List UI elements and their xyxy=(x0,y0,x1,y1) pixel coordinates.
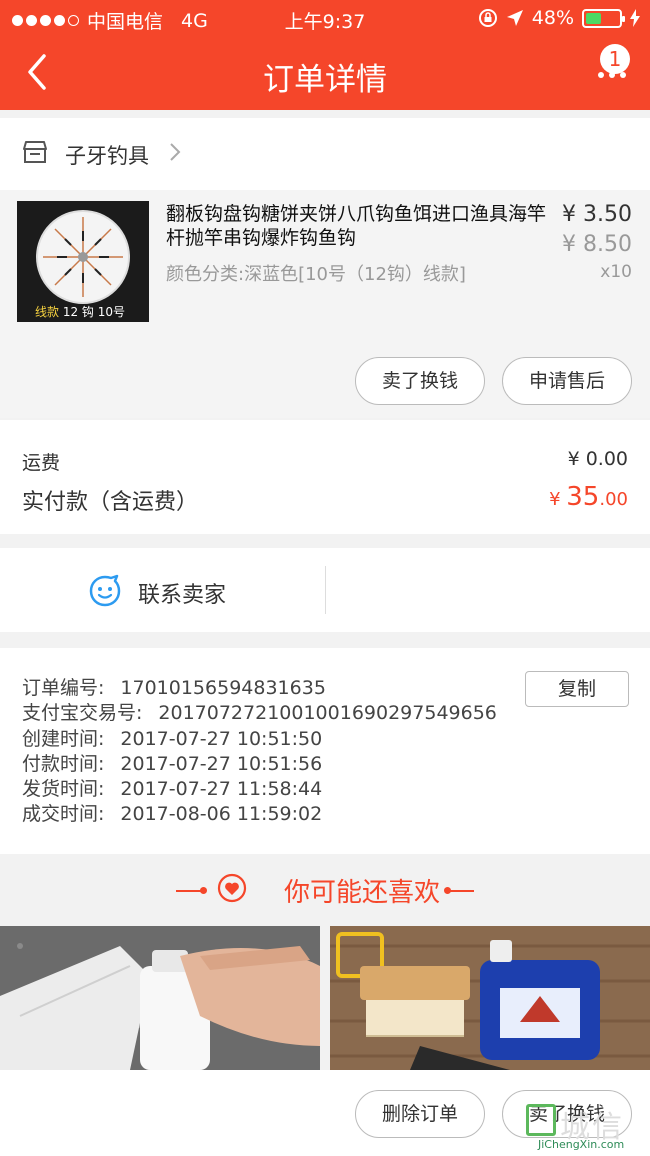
thumb-caption-highlight: 线款 xyxy=(35,305,60,319)
top-bar: 中国电信 4G 上午9:37 48% 订单详情 1 xyxy=(0,0,650,110)
cleaning-kit-image xyxy=(330,926,650,1070)
order-row-completed: 成交时间: 2017-08-06 11:59:02 xyxy=(22,802,497,827)
watermark-logo: 城信 JiChengXin.com xyxy=(526,1104,644,1154)
thumbnail-caption: 线款 12 钩 10号 xyxy=(35,303,125,320)
paid-currency: ¥ xyxy=(549,489,567,510)
order-info: 订单编号: 17010156594831635 支付宝交易号: 2017072721… xyxy=(0,648,650,854)
page-title: 订单详情 xyxy=(263,62,387,98)
watermark-mark-icon xyxy=(526,1104,556,1136)
chat-bubble-icon xyxy=(89,574,121,607)
contact-seller-button[interactable]: 联系卖家 xyxy=(138,577,226,609)
order-number-value: 17010156594831635 xyxy=(120,677,326,699)
shoe-spray-image xyxy=(0,926,320,1070)
order-info-list: 订单编号: 17010156594831635 支付宝交易号: 2017072721… xyxy=(22,676,497,828)
paid-int: 35 xyxy=(566,482,600,512)
created-label: 创建时间: xyxy=(22,727,105,750)
paid-dec: .00 xyxy=(599,489,628,510)
shop-name: 子牙钓具 xyxy=(65,144,149,168)
contact-divider xyxy=(325,566,326,614)
product-original-price: ¥ 8.50 xyxy=(562,232,632,257)
paid-time-value: 2017-07-27 10:51:56 xyxy=(120,752,323,775)
alipay-value: 2017072721001001690297549656 xyxy=(158,702,497,725)
delete-order-button[interactable]: 删除订单 xyxy=(355,1090,485,1138)
recommend-header: 你可能还喜欢 xyxy=(0,856,650,924)
shipped-label: 发货时间: xyxy=(22,778,105,801)
order-row-number: 订单编号: 17010156594831635 xyxy=(22,676,497,701)
order-row-alipay: 支付宝交易号: 2017072721001001690297549656 xyxy=(22,701,497,726)
alipay-label: 支付宝交易号: xyxy=(22,702,143,725)
chevron-right-icon xyxy=(170,143,181,161)
recommend-item-1[interactable] xyxy=(0,926,320,1070)
battery-percent: 48% xyxy=(531,7,574,29)
more-menu-button[interactable]: 1 xyxy=(580,44,630,94)
orientation-lock-icon xyxy=(478,9,497,27)
order-item[interactable]: 线款 12 钩 10号 翻板钩盘钩糖饼夹饼八爪钩鱼饵进口渔具海竿杆抛竿串钩爆炸钩… xyxy=(0,190,650,418)
completed-label: 成交时间: xyxy=(22,803,105,826)
shipping-value: ¥ 0.00 xyxy=(567,448,628,470)
order-row-paid: 付款时间: 2017-07-27 10:51:56 xyxy=(22,752,497,777)
paid-label: 实付款（含运费） xyxy=(22,490,199,515)
product-quantity: x10 xyxy=(600,262,632,282)
contact-row: 联系卖家 xyxy=(0,548,650,632)
created-value: 2017-07-27 10:51:50 xyxy=(120,727,323,750)
notification-badge: 1 xyxy=(600,44,630,74)
product-price: ¥ 3.50 xyxy=(562,202,632,227)
charging-icon xyxy=(630,9,640,27)
completed-value: 2017-08-06 11:59:02 xyxy=(120,803,323,826)
sell-button[interactable]: 卖了换钱 xyxy=(355,357,485,405)
battery-icon xyxy=(582,8,625,28)
order-row-shipped: 发货时间: 2017-07-27 11:58:44 xyxy=(22,777,497,802)
order-number-label: 订单编号: xyxy=(22,677,105,699)
product-thumbnail[interactable]: 线款 12 钩 10号 xyxy=(17,201,149,322)
shop-row[interactable]: 子牙钓具 xyxy=(0,118,650,190)
shipped-value: 2017-07-27 11:58:44 xyxy=(120,778,323,801)
order-row-created: 创建时间: 2017-07-27 10:51:50 xyxy=(22,727,497,752)
nav-bar: 订单详情 1 xyxy=(0,36,650,110)
paid-time-label: 付款时间: xyxy=(22,752,105,775)
watermark-url: JiChengXin.com xyxy=(538,1138,625,1151)
after-sale-button[interactable]: 申请售后 xyxy=(502,357,632,405)
fee-summary: 运费 ¥ 0.00 实付款（含运费） ¥ 35.00 xyxy=(0,420,650,534)
product-sku: 颜色分类:深蓝色[10号（12钩）线款] xyxy=(166,264,466,285)
shipping-label: 运费 xyxy=(22,452,61,474)
status-right: 48% xyxy=(478,7,640,29)
recommend-title: 你可能还喜欢 xyxy=(283,878,440,908)
status-bar: 中国电信 4G 上午9:37 48% xyxy=(0,0,650,36)
product-title[interactable]: 翻板钩盘钩糖饼夹饼八爪钩鱼饵进口渔具海竿杆抛竿串钩爆炸钩鱼钩 xyxy=(166,202,551,250)
recommend-item-2[interactable] xyxy=(330,926,650,1070)
thumb-caption-rest: 12 钩 10号 xyxy=(62,305,126,319)
shop-icon xyxy=(23,141,47,163)
location-arrow-icon xyxy=(506,10,523,26)
rec-right-line xyxy=(446,890,474,892)
paid-value: ¥ 35.00 xyxy=(549,482,628,512)
copy-button[interactable]: 复制 xyxy=(525,671,629,707)
